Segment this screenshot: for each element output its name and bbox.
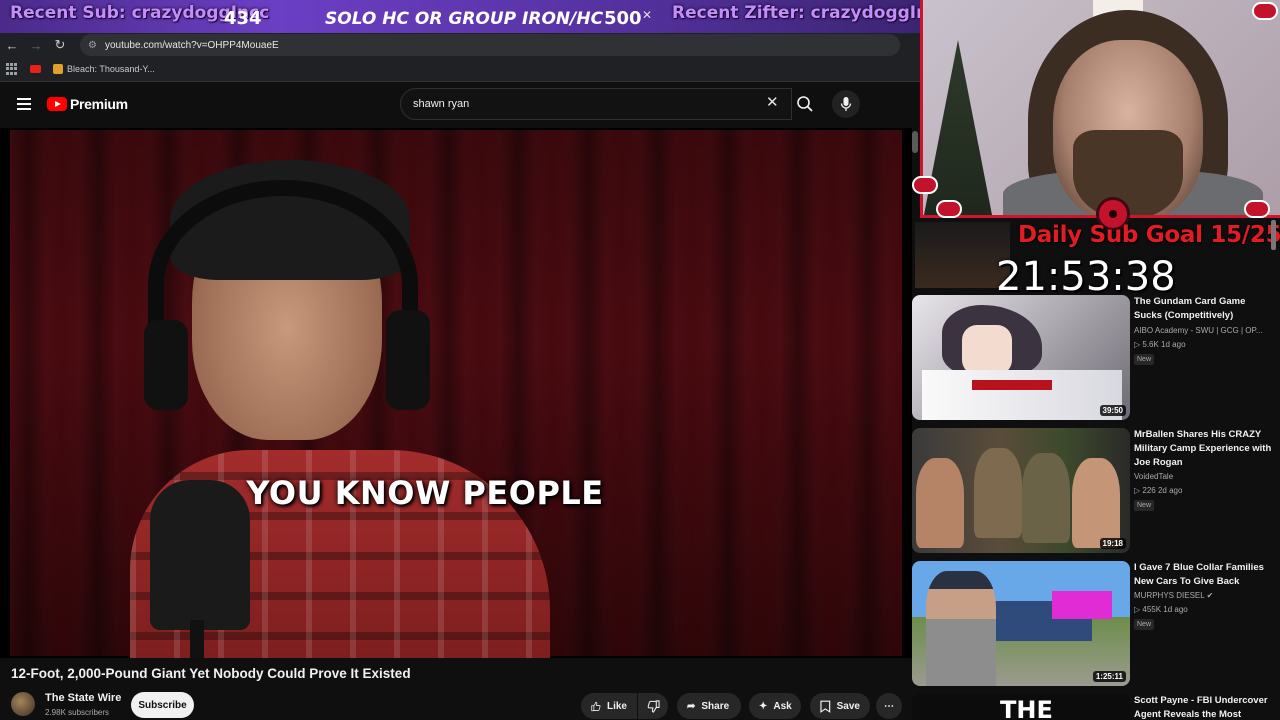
more-actions-icon[interactable]: ⋯ [876,693,902,719]
recommendation-thumbnail[interactable]: 19:18 [912,428,1130,553]
reload-icon[interactable]: ↻ [48,33,72,57]
video-duration: 1:25:11 [1092,671,1126,682]
recommendation-thumbnail[interactable]: 1:25:11 [912,561,1130,686]
youtube-header: Premium shawn ryan ✕ [0,83,912,128]
menu-icon[interactable] [17,98,31,110]
stream-timer: 21:53:38 [996,254,1176,300]
bookmark-favicon-icon [53,64,63,74]
recommendation-item[interactable]: 1:25:11 I Gave 7 Blue Collar Families Ne… [912,561,1280,691]
video-speaker-image [130,150,550,658]
search-button[interactable] [790,88,820,120]
save-button[interactable]: Save [810,693,870,719]
video-duration: 39:50 [1099,405,1126,416]
site-info-icon[interactable]: ⚙ [88,40,97,51]
recommendation-thumbnail[interactable]: THE [912,694,1130,720]
recommendation-title[interactable]: I Gave 7 Blue Collar Families New Cars T… [1134,561,1274,589]
overlay-close-icon: ✕ [642,8,653,22]
akatsuki-cloud-icon [912,176,938,194]
url-text: youtube.com/watch?v=OHPP4MouaeE [104,39,279,51]
akatsuki-cloud-icon [1244,200,1270,218]
recommendation-item[interactable]: THE Scott Payne - FBI Undercover Agent R… [912,694,1280,720]
recommendation-item[interactable]: 39:50 The Gundam Card Game Sucks (Compet… [912,295,1280,425]
logo-text: Premium [70,96,128,112]
forward-arrow-icon[interactable]: → [24,33,48,57]
microphone-icon [840,97,852,111]
video-frame: YOU KNOW PEOPLE [10,130,902,658]
bookmark-label: Bleach: Thousand-Y... [67,64,155,74]
thumbs-up-icon [591,701,601,711]
subscribe-button[interactable]: Subscribe [131,692,194,718]
new-badge: New [1134,619,1155,630]
recommendation-meta: ▷ 226 2d ago [1134,486,1183,495]
sidebar-scrollbar[interactable] [1271,220,1276,250]
browser-address-bar: ← → ↻ ⚙ youtube.com/watch?v=OHPP4MouaeE [0,33,920,57]
bookmark-bleach[interactable]: Bleach: Thousand-Y... [53,64,155,74]
video-title: 12-Foot, 2,000-Pound Giant Yet Nobody Co… [11,666,411,681]
akatsuki-cloud-icon [936,200,962,218]
search-value: shawn ryan [413,98,470,110]
ask-button[interactable]: ✦ Ask [749,693,801,719]
url-field[interactable]: ⚙ youtube.com/watch?v=OHPP4MouaeE [80,34,900,56]
daily-sub-goal: Daily Sub Goal 15/25 [1018,222,1280,248]
youtube-premium-logo[interactable]: Premium [47,96,128,112]
page-scrollbar[interactable] [912,131,918,153]
back-arrow-icon[interactable]: ← [0,33,24,57]
apps-grid-icon[interactable] [6,63,18,75]
goal-current-count: 434 [224,8,262,29]
thumbnail-text: THE [1000,696,1053,720]
search-input[interactable]: shawn ryan [400,88,792,120]
new-badge: New [1134,500,1155,511]
recent-gifter-label: Recent Zifter: crazydoggIncc [672,3,949,23]
like-label: Like [606,700,627,712]
share-icon: ➦ [687,700,696,712]
channel-name[interactable]: The State Wire [45,692,121,704]
recommendation-title[interactable]: MrBallen Shares His CRAZY Military Camp … [1134,428,1274,470]
recommendation-channel[interactable]: MURPHYS DIESEL ✔ [1134,591,1213,600]
screen: Recent Sub: crazydoggIncc 434 SOLO HC OR… [0,0,1280,720]
new-badge: New [1134,354,1155,365]
ask-label: Ask [773,700,792,712]
channel-avatar[interactable] [11,692,35,716]
dislike-button[interactable] [638,693,668,719]
youtube-play-icon [47,97,67,111]
youtube-bookmark-icon[interactable] [30,65,41,73]
share-button[interactable]: ➦ Share [677,693,741,719]
akatsuki-cloud-icon [1252,2,1278,20]
video-player[interactable]: YOU KNOW PEOPLE [0,128,912,658]
goal-target-count: 500 [604,8,642,29]
bookmark-icon [820,700,831,713]
clear-search-icon[interactable]: ✕ [766,95,779,110]
like-button[interactable]: Like [581,693,637,719]
voice-search-button[interactable] [832,90,860,118]
recommendation-meta: ▷ 455K 1d ago [1134,605,1188,614]
recommendation-channel[interactable]: VoidedTale [1134,472,1173,481]
sparkle-icon: ✦ [759,700,768,712]
bookmarks-bar: Bleach: Thousand-Y... [0,57,920,82]
video-duration: 19:18 [1099,538,1126,549]
recommendation-channel[interactable]: AIBO Academy - SWU | GCG | OP... [1134,326,1262,335]
share-label: Share [701,700,730,712]
search-icon [797,96,813,112]
overlay-goal-title: SOLO HC OR GROUP IRON/HC [325,9,604,29]
recommendation-item[interactable]: 19:18 MrBallen Shares His CRAZY Military… [912,428,1280,558]
recommendation-meta: ▷ 5.6K 1d ago [1134,340,1186,349]
recommendation-title[interactable]: Scott Payne - FBI Undercover Agent Revea… [1134,694,1274,720]
thumbs-down-icon [647,699,660,713]
webcam-overlay [920,0,1280,218]
subscriber-count: 2.98K subscribers [45,708,110,717]
save-label: Save [836,700,860,712]
stream-overlay-banner: Recent Sub: crazydoggIncc 434 SOLO HC OR… [0,0,948,33]
recommendation-thumbnail[interactable]: 39:50 [912,295,1130,420]
video-caption: YOU KNOW PEOPLE [246,474,604,512]
